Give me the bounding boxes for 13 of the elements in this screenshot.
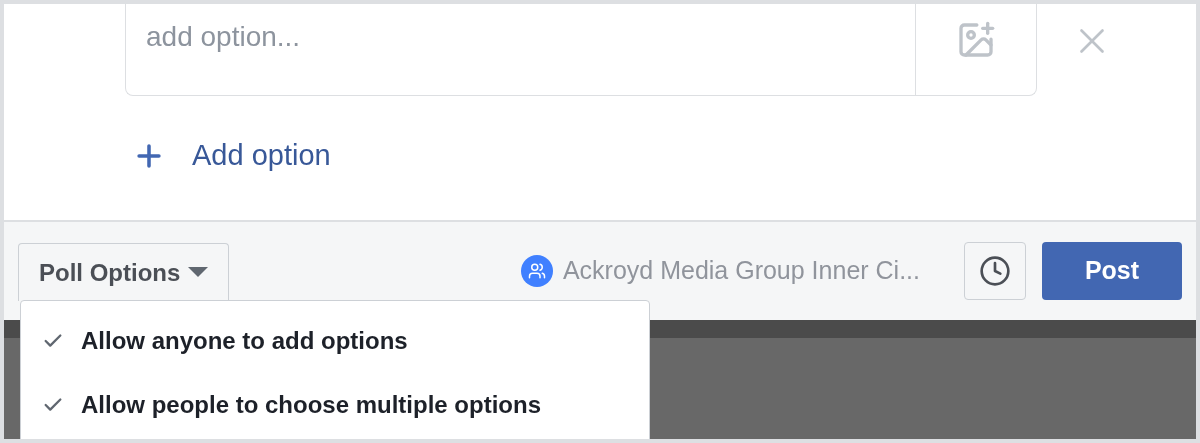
caret-icon xyxy=(188,266,209,279)
menu-item[interactable]: Allow anyone to add options xyxy=(21,323,649,359)
schedule-button[interactable] xyxy=(964,242,1026,300)
add-photo-button[interactable] xyxy=(915,4,1037,96)
group-avatar-icon xyxy=(520,255,553,287)
add-option-link[interactable]: Add option xyxy=(132,134,331,178)
poll-options-button[interactable]: Poll Options xyxy=(18,243,230,301)
option-input[interactable]: add option... xyxy=(125,4,915,96)
image-plus-icon xyxy=(956,20,996,60)
post-button[interactable]: Post xyxy=(1042,242,1182,300)
menu-item[interactable]: Allow people to choose multiple options xyxy=(21,387,649,423)
audience-label: Ackroyd Media Group Inner Ci... xyxy=(562,255,920,287)
clock-icon xyxy=(979,255,1011,287)
